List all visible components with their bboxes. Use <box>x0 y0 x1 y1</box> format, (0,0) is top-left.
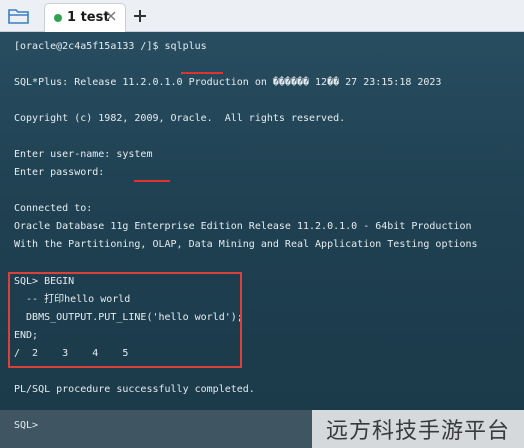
terminal-line: Copyright (c) 1982, 2009, Oracle. All ri… <box>14 113 346 124</box>
username-underline: system <box>110 146 171 182</box>
tab-bar: 1 test <box>0 0 524 32</box>
prompt-label: SQL> <box>14 420 39 431</box>
folder-icon[interactable] <box>6 5 32 27</box>
command-input[interactable] <box>44 416 298 440</box>
tab-session[interactable]: 1 test <box>44 3 126 32</box>
connection-status-dot <box>54 14 62 22</box>
terminal-line: PL/SQL procedure successfully completed. <box>14 384 255 395</box>
plus-icon[interactable] <box>130 6 150 26</box>
terminal-line: SQL*Plus: Release 11.2.0.1.0 Production … <box>14 77 442 88</box>
terminal-line: Enter password: <box>14 167 105 178</box>
command-underline: sqlplus <box>157 38 224 74</box>
close-icon[interactable] <box>104 9 118 23</box>
terminal-line: Oracle Database 11g Enterprise Edition R… <box>14 221 472 232</box>
watermark: 远方科技手游平台 <box>312 410 524 448</box>
code-highlight-box <box>8 272 242 368</box>
terminal-output[interactable]: [oracle@2c4a5f15a133 /]$ sqlplus SQL*Plu… <box>0 32 524 410</box>
terminal-line: Connected to: <box>14 203 93 214</box>
terminal-line: With the Partitioning, OLAP, Data Mining… <box>14 239 478 250</box>
